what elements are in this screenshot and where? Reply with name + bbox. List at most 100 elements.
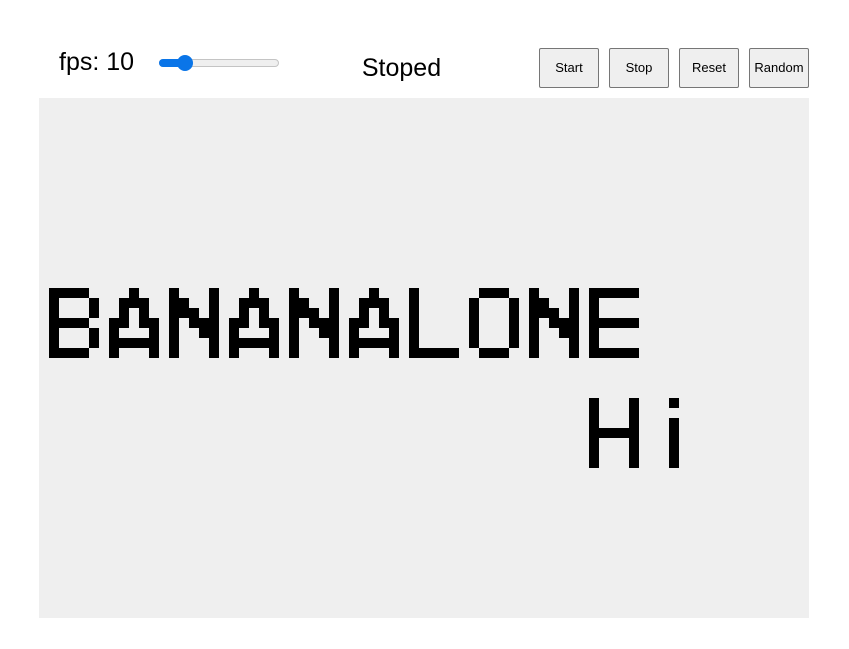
live-cell[interactable]	[329, 288, 339, 298]
live-cell[interactable]	[389, 338, 399, 348]
live-cell[interactable]	[359, 318, 369, 328]
live-cell[interactable]	[669, 448, 679, 458]
live-cell[interactable]	[409, 348, 419, 358]
live-cell[interactable]	[229, 328, 239, 338]
live-cell[interactable]	[259, 298, 269, 308]
live-cell[interactable]	[589, 448, 599, 458]
live-cell[interactable]	[589, 328, 599, 338]
live-cell[interactable]	[389, 318, 399, 328]
live-cell[interactable]	[489, 288, 499, 298]
live-cell[interactable]	[619, 318, 629, 328]
live-cell[interactable]	[119, 298, 129, 308]
live-cell[interactable]	[309, 318, 319, 328]
live-cell[interactable]	[629, 288, 639, 298]
live-cell[interactable]	[209, 318, 219, 328]
live-cell[interactable]	[469, 298, 479, 308]
live-cell[interactable]	[119, 308, 129, 318]
live-cell[interactable]	[669, 458, 679, 468]
live-cell[interactable]	[169, 338, 179, 348]
live-cell[interactable]	[589, 438, 599, 448]
live-cell[interactable]	[569, 298, 579, 308]
live-cell[interactable]	[619, 428, 629, 438]
live-cell[interactable]	[499, 288, 509, 298]
live-cell[interactable]	[379, 318, 389, 328]
live-cell[interactable]	[299, 298, 309, 308]
live-cell[interactable]	[169, 288, 179, 298]
live-cell[interactable]	[239, 318, 249, 328]
start-button[interactable]: Start	[539, 48, 599, 88]
live-cell[interactable]	[199, 318, 209, 328]
live-cell[interactable]	[569, 328, 579, 338]
live-cell[interactable]	[139, 308, 149, 318]
live-cell[interactable]	[609, 348, 619, 358]
live-cell[interactable]	[509, 318, 519, 328]
live-cell[interactable]	[589, 298, 599, 308]
live-cell[interactable]	[569, 288, 579, 298]
live-cell[interactable]	[249, 288, 259, 298]
live-cell[interactable]	[109, 328, 119, 338]
live-cell[interactable]	[439, 348, 449, 358]
live-cell[interactable]	[329, 338, 339, 348]
live-cell[interactable]	[619, 348, 629, 358]
live-cell[interactable]	[479, 348, 489, 358]
live-cell[interactable]	[669, 418, 679, 428]
live-cell[interactable]	[209, 308, 219, 318]
live-cell[interactable]	[299, 308, 309, 318]
live-cell[interactable]	[129, 288, 139, 298]
live-cell[interactable]	[119, 318, 129, 328]
live-cell[interactable]	[479, 288, 489, 298]
live-cell[interactable]	[49, 348, 59, 358]
live-cell[interactable]	[509, 328, 519, 338]
live-cell[interactable]	[69, 318, 79, 328]
live-cell[interactable]	[89, 308, 99, 318]
live-cell[interactable]	[499, 348, 509, 358]
live-cell[interactable]	[259, 318, 269, 328]
live-cell[interactable]	[89, 298, 99, 308]
live-cell[interactable]	[509, 308, 519, 318]
live-cell[interactable]	[529, 348, 539, 358]
live-cell[interactable]	[569, 348, 579, 358]
live-cell[interactable]	[329, 318, 339, 328]
live-cell[interactable]	[569, 318, 579, 328]
live-cell[interactable]	[609, 428, 619, 438]
live-cell[interactable]	[109, 348, 119, 358]
live-cell[interactable]	[309, 308, 319, 318]
live-cell[interactable]	[189, 318, 199, 328]
live-cell[interactable]	[229, 318, 239, 328]
live-cell[interactable]	[69, 288, 79, 298]
live-cell[interactable]	[269, 318, 279, 328]
live-cell[interactable]	[169, 318, 179, 328]
live-cell[interactable]	[389, 328, 399, 338]
live-cell[interactable]	[569, 308, 579, 318]
live-cell[interactable]	[489, 348, 499, 358]
live-cell[interactable]	[379, 298, 389, 308]
live-cell[interactable]	[319, 328, 329, 338]
live-cell[interactable]	[409, 298, 419, 308]
live-cell[interactable]	[509, 298, 519, 308]
live-cell[interactable]	[129, 338, 139, 348]
live-cell[interactable]	[539, 298, 549, 308]
live-cell[interactable]	[59, 318, 69, 328]
live-cell[interactable]	[139, 318, 149, 328]
live-cell[interactable]	[179, 298, 189, 308]
live-cell[interactable]	[629, 318, 639, 328]
live-cell[interactable]	[349, 338, 359, 348]
live-cell[interactable]	[259, 308, 269, 318]
live-cell[interactable]	[409, 308, 419, 318]
live-cell[interactable]	[629, 408, 639, 418]
live-cell[interactable]	[289, 348, 299, 358]
live-cell[interactable]	[289, 298, 299, 308]
live-cell[interactable]	[509, 338, 519, 348]
live-cell[interactable]	[599, 348, 609, 358]
live-cell[interactable]	[49, 328, 59, 338]
live-cell[interactable]	[529, 328, 539, 338]
live-cell[interactable]	[669, 428, 679, 438]
live-cell[interactable]	[49, 318, 59, 328]
live-cell[interactable]	[589, 308, 599, 318]
live-cell[interactable]	[589, 408, 599, 418]
live-cell[interactable]	[449, 348, 459, 358]
live-cell[interactable]	[669, 398, 679, 408]
live-cell[interactable]	[249, 298, 259, 308]
live-cell[interactable]	[589, 288, 599, 298]
live-cell[interactable]	[329, 308, 339, 318]
